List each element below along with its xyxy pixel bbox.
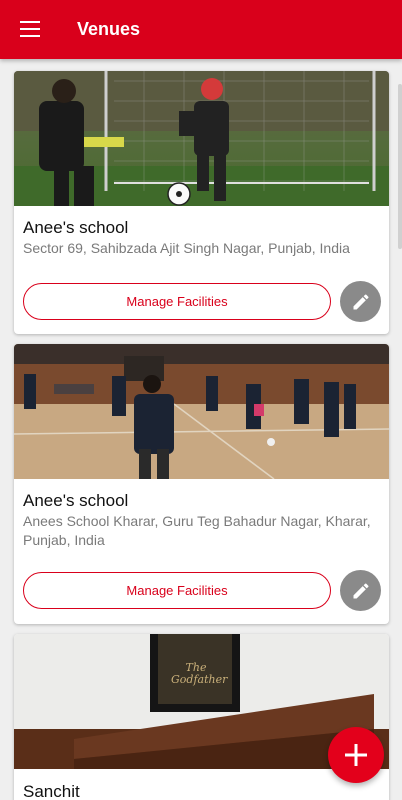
add-venue-button[interactable] <box>328 727 384 783</box>
manage-facilities-button[interactable]: Manage Facilities <box>23 283 331 320</box>
app-bar: Venues <box>0 0 402 59</box>
pencil-icon <box>353 582 369 598</box>
hamburger-menu-icon[interactable] <box>20 21 40 37</box>
venue-card[interactable]: Anee's school Sector 69, Sahibzada Ajit … <box>14 71 389 334</box>
venue-list[interactable]: Anee's school Sector 69, Sahibzada Ajit … <box>0 59 402 800</box>
venue-card[interactable]: Anee's school Anees School Kharar, Guru … <box>14 344 389 624</box>
poster-text: The Godfather <box>171 661 228 686</box>
edit-venue-button[interactable] <box>340 570 381 611</box>
page-title: Venues <box>77 19 141 39</box>
pencil-icon <box>353 293 369 309</box>
venue-photo <box>14 71 389 206</box>
venue-name: Sanchit <box>23 782 80 800</box>
venue-address: Sector 69, Sahibzada Ajit Singh Nagar, P… <box>23 240 350 256</box>
venue-card[interactable]: The Godfather Sanchit <box>14 634 389 800</box>
edit-venue-button[interactable] <box>340 281 381 322</box>
venue-photo <box>14 344 389 479</box>
venue-address: Anees School Kharar, Guru Teg Bahadur Na… <box>23 513 371 548</box>
manage-facilities-button[interactable]: Manage Facilities <box>23 572 331 609</box>
scrollbar[interactable] <box>398 84 402 249</box>
venue-name: Anee's school <box>23 491 129 510</box>
plus-icon <box>345 744 367 766</box>
venue-name: Anee's school <box>23 218 129 237</box>
